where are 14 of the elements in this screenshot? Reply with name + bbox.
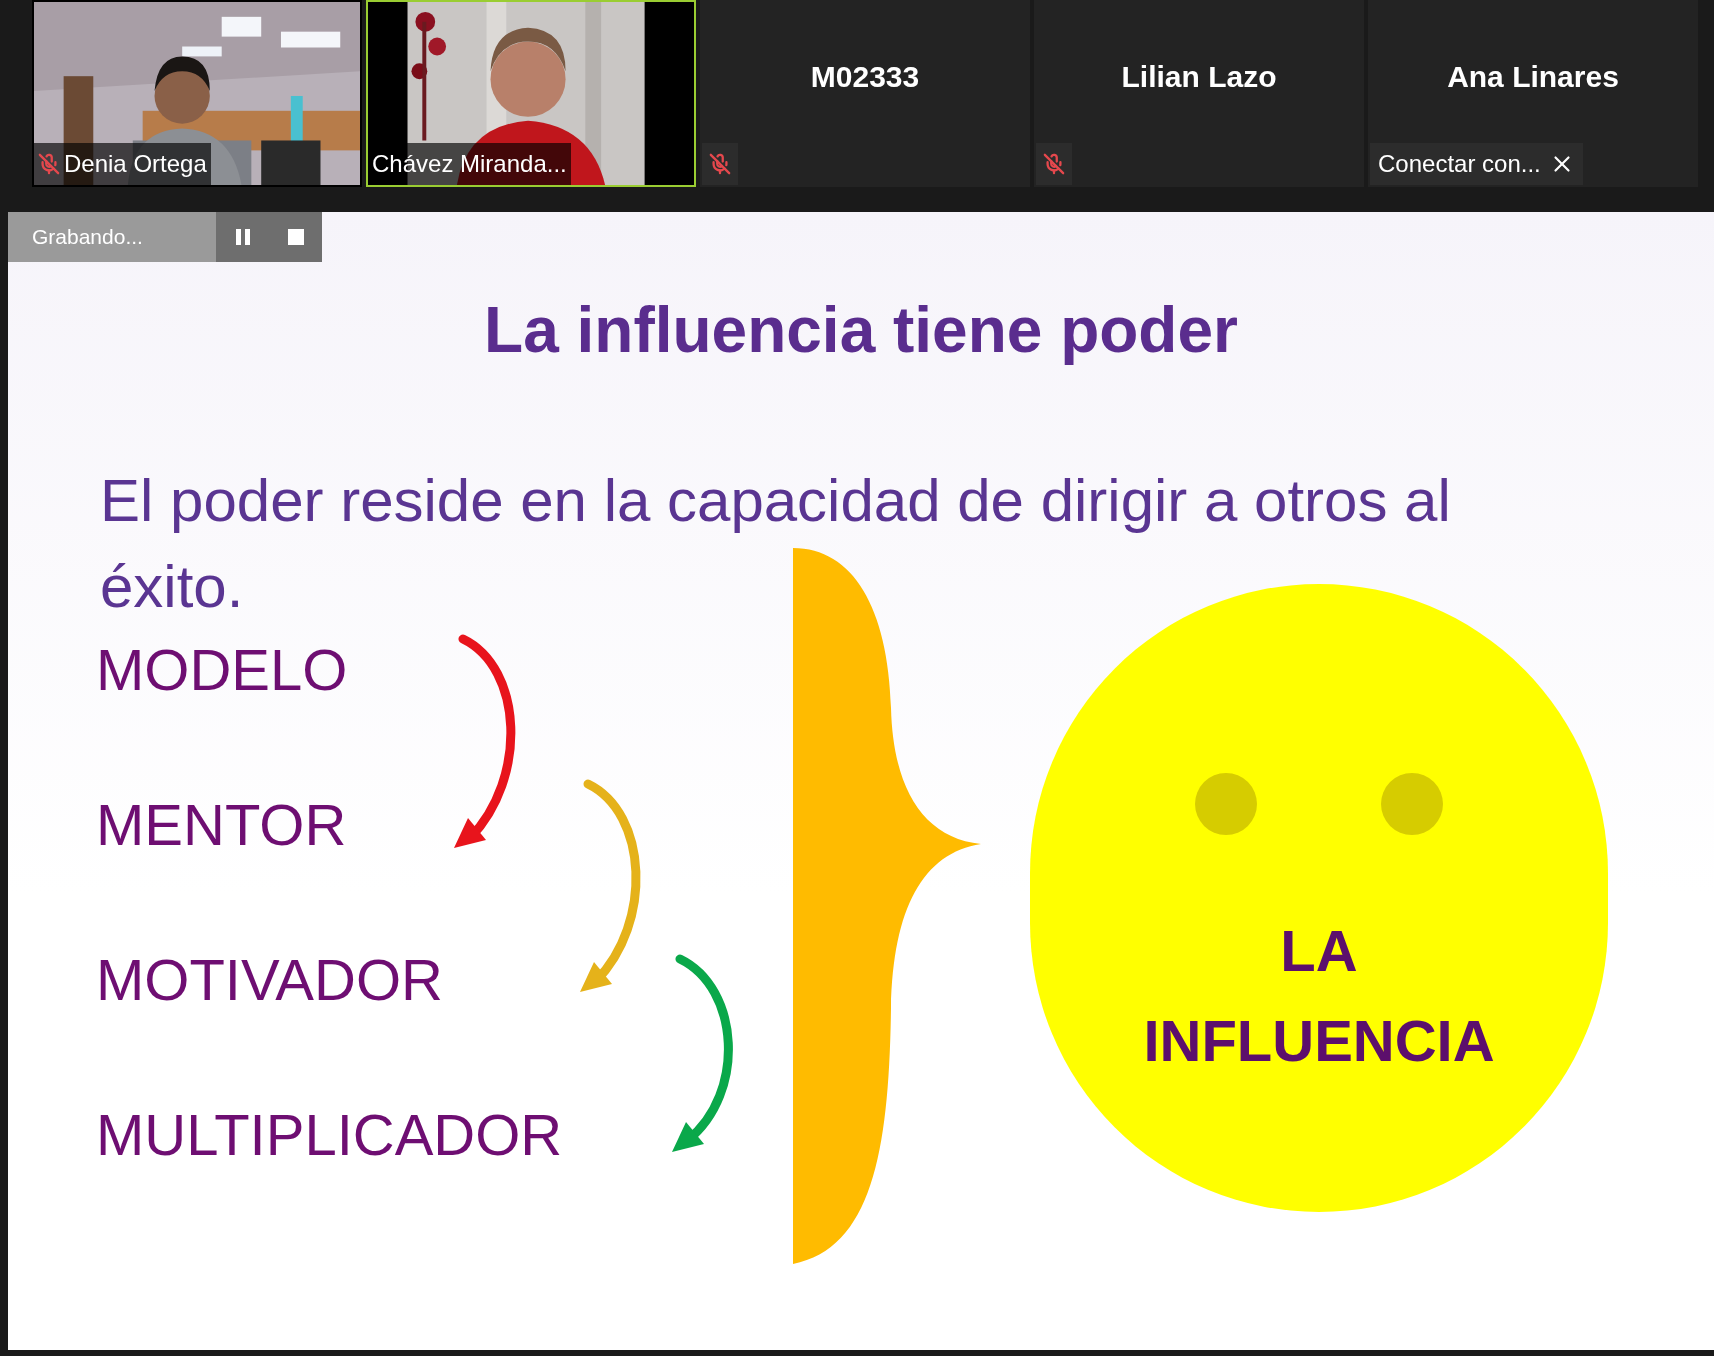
- participant-name: Lilian Lazo: [1121, 59, 1277, 95]
- connection-notice: Conectar con...: [1378, 149, 1541, 179]
- role-label: MENTOR: [96, 791, 347, 859]
- slide-title: La influencia tiene poder: [484, 293, 1238, 368]
- recording-label: Grabando...: [32, 224, 143, 251]
- slide-text: El poder reside en la capacidad de dirigir a otros al éxito.: [100, 466, 1452, 622]
- participant-name: Ana Linares: [1447, 59, 1619, 95]
- circle-label: LA INFLUENCIA: [1142, 917, 1496, 1075]
- role-label: MODELO: [96, 636, 348, 704]
- role-label: MULTIPLICADOR: [96, 1101, 563, 1169]
- participant-name: Denia Ortega: [64, 149, 207, 179]
- participant-name: Chávez Miranda...: [372, 149, 567, 179]
- participant-name: M02333: [810, 59, 920, 95]
- role-label: MOTIVADOR: [96, 946, 443, 1014]
